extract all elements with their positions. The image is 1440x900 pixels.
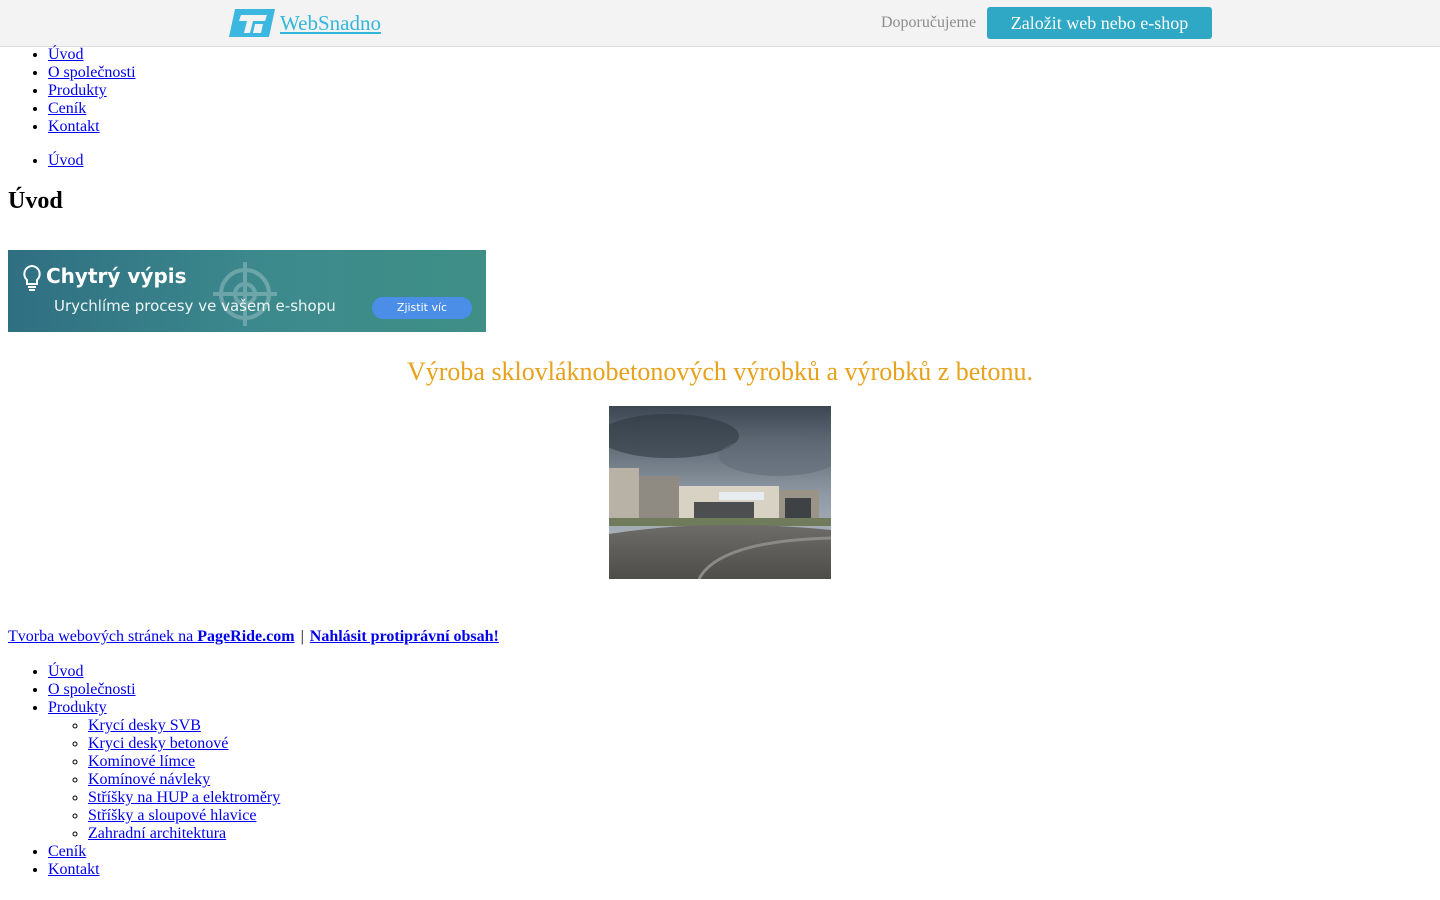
menu-item: O společnosti <box>48 64 1432 82</box>
sitemap-link-zahradni-architektura[interactable]: Zahradní architektura <box>88 825 226 842</box>
sitemap-item: Ceník <box>48 843 280 861</box>
sitemap-subitem: Zahradní architektura <box>88 825 280 843</box>
breadcrumb-link-uvod[interactable]: Úvod <box>48 152 84 169</box>
sitemap: Úvod O společnosti Produkty Krycí desky … <box>8 663 280 879</box>
sitemap-link-kontakt[interactable]: Kontakt <box>48 861 100 878</box>
sitemap-subitem: Komínové límce <box>88 753 280 771</box>
sitemap-subitem: Komínové návleky <box>88 771 280 789</box>
sitemap-list: Úvod O společnosti Produkty Krycí desky … <box>8 663 280 879</box>
sitemap-link-kominove-limce[interactable]: Komínové límce <box>88 753 195 770</box>
report-content-link[interactable]: Nahlásit protiprávní obsah! <box>310 628 499 645</box>
sitemap-link-cenik[interactable]: Ceník <box>48 843 86 860</box>
recommend-link[interactable]: Doporučujeme <box>881 14 976 32</box>
menu-link-produkty[interactable]: Produkty <box>48 82 107 99</box>
websnadno-logo-link[interactable]: WebSnadno <box>229 6 381 40</box>
company-slogan: Výroba sklovláknobetonových výrobků a vý… <box>406 357 1034 386</box>
report-content-label: Nahlásit protiprávní obsah! <box>309 628 499 645</box>
sitemap-item: Úvod <box>48 663 280 681</box>
brand-name: WebSnadno <box>280 10 381 35</box>
sitemap-link-kryci-desky-svb[interactable]: Krycí desky SVB <box>88 717 201 734</box>
sitemap-subitem: Krycí desky SVB <box>88 717 280 735</box>
sitemap-subitem: Stříšky a sloupové hlavice <box>88 807 280 825</box>
ad-subtitle: Urychlíme procesy ve vašem e-shopu <box>54 297 336 315</box>
websnadno-logo-icon <box>229 9 275 37</box>
sitemap-item: Produkty Krycí desky SVB Kryci desky bet… <box>48 699 280 843</box>
building-image <box>609 406 831 579</box>
sitemap-link-strisky-hlavice[interactable]: Stříšky a sloupové hlavice <box>88 807 256 824</box>
sitemap-item: Kontakt <box>48 861 280 879</box>
menu-item: Úvod <box>48 46 1432 64</box>
footer-prefix: Tvorba webových stránek na <box>8 628 198 645</box>
target-icon <box>213 262 277 326</box>
pageride-name: PageRide.com <box>197 628 295 645</box>
sitemap-products-list: Krycí desky SVB Kryci desky betonové Kom… <box>48 717 280 843</box>
menu-link-cenik[interactable]: Ceník <box>48 100 86 117</box>
lightbulb-icon <box>23 264 41 291</box>
sitemap-link-o-spolecnosti[interactable]: O společnosti <box>48 681 136 698</box>
footer-credit: Tvorba webových stránek na PageRide.com |… <box>8 628 499 646</box>
ad-banner[interactable]: Chytrý výpis Urychlíme procesy ve vašem … <box>8 250 486 332</box>
sitemap-subitem: Kryci desky betonové <box>88 735 280 753</box>
menu-link-o-spolecnosti[interactable]: O společnosti <box>48 64 136 81</box>
company-building-photo[interactable] <box>609 406 831 579</box>
top-bar: WebSnadno Doporučujeme Založit web nebo … <box>0 0 1440 47</box>
ad-learn-more-button[interactable]: Zjistit víc <box>372 297 472 319</box>
page-title: Úvod <box>8 188 63 214</box>
sitemap-subitem: Stříšky na HUP a elektroměry <box>88 789 280 807</box>
pageride-link[interactable]: Tvorba webových stránek na PageRide.com <box>8 628 295 645</box>
sitemap-link-uvod[interactable]: Úvod <box>48 663 84 680</box>
sitemap-link-produkty[interactable]: Produkty <box>48 699 107 716</box>
main-content: Úvod O společnosti Produkty Ceník Kontak… <box>8 46 1432 878</box>
sitemap-link-kryci-desky-betonove[interactable]: Kryci desky betonové <box>88 735 228 752</box>
sitemap-item: O společnosti <box>48 681 280 699</box>
breadcrumb: Úvod <box>8 152 1432 170</box>
menu-item: Kontakt <box>48 118 1432 136</box>
create-web-button[interactable]: Založit web nebo e-shop <box>987 7 1212 39</box>
sitemap-link-kominove-navleky[interactable]: Komínové návleky <box>88 771 210 788</box>
menu-item: Ceník <box>48 100 1432 118</box>
breadcrumb-item: Úvod <box>48 152 1432 170</box>
menu-link-kontakt[interactable]: Kontakt <box>48 118 100 135</box>
footer-separator: | <box>300 628 304 645</box>
sitemap-link-strisky-hup[interactable]: Stříšky na HUP a elektroměry <box>88 789 280 806</box>
main-menu: Úvod O společnosti Produkty Ceník Kontak… <box>8 46 1432 136</box>
menu-link-uvod[interactable]: Úvod <box>48 46 84 63</box>
menu-item: Produkty <box>48 82 1432 100</box>
ad-title: Chytrý výpis <box>46 264 187 288</box>
